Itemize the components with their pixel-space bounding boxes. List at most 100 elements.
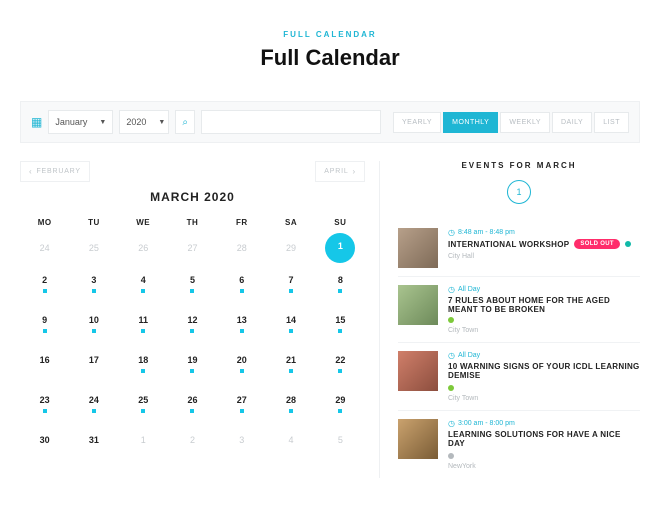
clock-icon: ◷ [448, 285, 455, 294]
event-thumbnail [398, 285, 438, 325]
calendar-day[interactable]: 26 [168, 395, 217, 419]
event-dot [240, 409, 244, 413]
calendar-day[interactable]: 19 [168, 355, 217, 379]
page-title: Full Calendar [20, 45, 640, 71]
toolbar: ▦ January ▼ 2020 ▼ ⌕ YEARLY MONTHLY WEEK… [20, 101, 640, 143]
event-dot [92, 289, 96, 293]
event-dot [338, 369, 342, 373]
calendar-day[interactable]: 25 [119, 395, 168, 419]
clock-icon: ◷ [448, 228, 455, 237]
prev-month-button[interactable]: ‹ FEBRUARY [20, 161, 90, 182]
view-yearly[interactable]: YEARLY [393, 112, 441, 133]
event-dot [240, 369, 244, 373]
calendar-day[interactable]: 3 [69, 275, 118, 299]
event-location: NewYork [448, 463, 640, 470]
calendar-day[interactable]: 6 [217, 275, 266, 299]
chevron-down-icon: ▼ [99, 119, 106, 126]
calendar-day[interactable]: 5 [168, 275, 217, 299]
next-month-button[interactable]: APRIL › [315, 161, 365, 182]
event-dot [338, 409, 342, 413]
calendar-day[interactable]: 12 [168, 315, 217, 339]
weekday-header: TU [69, 218, 118, 227]
view-switcher: YEARLY MONTHLY WEEKLY DAILY LIST [393, 112, 629, 133]
calendar-day[interactable]: 29 [316, 395, 365, 419]
calendar-day[interactable]: 4 [119, 275, 168, 299]
event-thumbnail [398, 419, 438, 459]
calendar-day[interactable]: 20 [217, 355, 266, 379]
search-button[interactable]: ⌕ [175, 110, 195, 134]
view-list[interactable]: LIST [594, 112, 629, 133]
event-dot [190, 409, 194, 413]
calendar-day[interactable]: 15 [316, 315, 365, 339]
status-dot [448, 317, 454, 323]
calendar-day[interactable]: 11 [119, 315, 168, 339]
calendar-day[interactable]: 18 [119, 355, 168, 379]
event-dot [43, 409, 47, 413]
weekday-header: FR [217, 218, 266, 227]
month-select-value: January [55, 117, 87, 127]
calendar-day: 24 [20, 243, 69, 259]
calendar-day[interactable]: 23 [20, 395, 69, 419]
event-item[interactable]: ◷All Day10 WARNING SIGNS OF YOUR ICDL LE… [398, 343, 640, 411]
calendar-day[interactable]: 16 [20, 355, 69, 379]
calendar-day[interactable]: 28 [266, 395, 315, 419]
year-select-value: 2020 [126, 117, 146, 127]
event-location: City Town [448, 395, 640, 402]
event-dot [43, 289, 47, 293]
status-dot [625, 241, 631, 247]
calendar-day[interactable]: 8 [316, 275, 365, 299]
event-thumbnail [398, 351, 438, 391]
event-item[interactable]: ◷3:00 am - 8:00 pm LEARNING SOLUTIONS FOR… [398, 411, 640, 478]
eyebrow: FULL CALENDAR [20, 30, 640, 39]
sold-out-badge: SOLD OUT [574, 239, 619, 249]
prev-month-label: FEBRUARY [36, 168, 80, 175]
calendar-day[interactable]: 13 [217, 315, 266, 339]
event-location: City Hall [448, 253, 640, 260]
chevron-down-icon: ▼ [158, 119, 165, 126]
event-dot [141, 289, 145, 293]
calendar-day: 3 [217, 435, 266, 451]
view-daily[interactable]: DAILY [552, 112, 592, 133]
calendar-day[interactable]: 27 [217, 395, 266, 419]
event-location: City Town [448, 327, 640, 334]
calendar-day[interactable]: 1 [316, 243, 365, 259]
view-weekly[interactable]: WEEKLY [500, 112, 550, 133]
event-title: LEARNING SOLUTIONS FOR HAVE A NICE DAY [448, 430, 640, 448]
search-input[interactable] [201, 110, 381, 134]
weekday-header: WE [119, 218, 168, 227]
calendar-day[interactable]: 17 [69, 355, 118, 379]
clock-icon: ◷ [448, 419, 455, 428]
search-icon: ⌕ [182, 117, 188, 128]
event-dot [141, 329, 145, 333]
calendar-day[interactable]: 21 [266, 355, 315, 379]
view-monthly[interactable]: MONTHLY [443, 112, 498, 133]
event-time: ◷All Day [448, 351, 640, 360]
calendar-icon: ▦ [31, 115, 42, 129]
event-dot [240, 329, 244, 333]
event-dot [289, 409, 293, 413]
event-time: ◷All Day [448, 285, 640, 294]
calendar-day[interactable]: 14 [266, 315, 315, 339]
event-dot [43, 329, 47, 333]
calendar-day[interactable]: 9 [20, 315, 69, 339]
calendar-day[interactable]: 30 [20, 435, 69, 451]
calendar-grid: MOTUWETHFRSASU24252627282912345678910111… [20, 218, 365, 451]
event-time: ◷3:00 am - 8:00 pm [448, 419, 640, 428]
event-item[interactable]: ◷8:48 am - 8:48 pmINTERNATIONAL WORKSHOP… [398, 220, 640, 277]
calendar-day[interactable]: 10 [69, 315, 118, 339]
year-select[interactable]: 2020 ▼ [119, 110, 169, 134]
calendar-day[interactable]: 22 [316, 355, 365, 379]
calendar-day: 2 [168, 435, 217, 451]
calendar-day[interactable]: 31 [69, 435, 118, 451]
month-select[interactable]: January ▼ [48, 110, 113, 134]
events-heading: EVENTS FOR MARCH [398, 161, 640, 170]
event-dot [141, 369, 145, 373]
calendar-day: 29 [266, 243, 315, 259]
events-day-chip[interactable]: 1 [507, 180, 531, 204]
calendar-day[interactable]: 2 [20, 275, 69, 299]
calendar-day[interactable]: 24 [69, 395, 118, 419]
event-dot [190, 329, 194, 333]
calendar-day: 26 [119, 243, 168, 259]
calendar-day[interactable]: 7 [266, 275, 315, 299]
event-item[interactable]: ◷All Day7 RULES ABOUT HOME FOR THE AGED … [398, 277, 640, 343]
